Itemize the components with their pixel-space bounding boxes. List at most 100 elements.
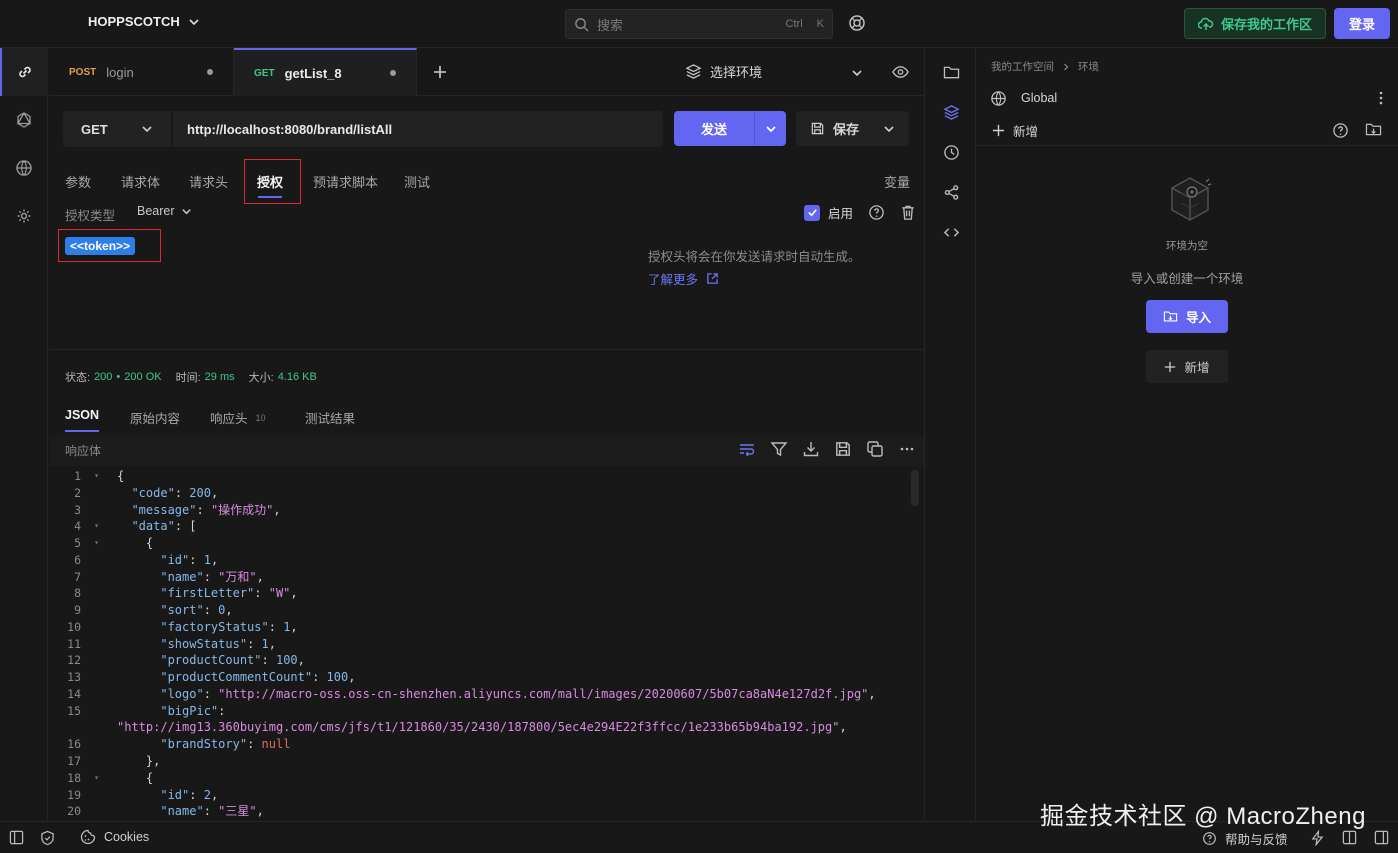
import-folder-icon[interactable] (1365, 122, 1382, 139)
status-label: 状态: (65, 372, 91, 384)
cookies-button[interactable]: Cookies (80, 829, 149, 845)
rest-nav-link-icon[interactable] (0, 48, 48, 96)
copy-icon[interactable] (866, 440, 884, 458)
workspace-brand-menu[interactable]: HOPPSCOTCH (88, 14, 200, 29)
code-icon[interactable] (925, 212, 977, 252)
method-select[interactable]: GET (63, 111, 171, 147)
trash-icon[interactable] (900, 204, 916, 221)
sidebar-toggle-icon[interactable] (9, 830, 24, 845)
response-tools (738, 440, 924, 458)
environments-layers-icon[interactable] (925, 92, 977, 132)
left-nav-rail (0, 48, 48, 821)
plus-icon[interactable] (992, 124, 1005, 137)
learn-more-link[interactable]: 了解更多 (648, 269, 719, 288)
tab-getlist-8[interactable]: GET getList_8 (234, 48, 417, 96)
global-environment-item[interactable]: Global (976, 82, 1398, 114)
lifebuoy-icon[interactable] (848, 14, 866, 32)
shortcut-k: K (816, 18, 824, 30)
tab-raw[interactable]: 原始内容 (130, 408, 180, 427)
chevron-down-icon (189, 18, 199, 25)
sidebar-right-icon[interactable] (1374, 830, 1389, 845)
empty-state-subtitle: 导入或创建一个环境 (1130, 272, 1244, 286)
enable-auth-checkbox[interactable]: 启用 (804, 203, 853, 222)
eye-icon[interactable] (892, 65, 909, 79)
save-icon[interactable] (834, 440, 852, 458)
url-input[interactable]: http://localhost:8080/brand/listAll (173, 111, 663, 147)
empty-state-title: 环境为空 (1166, 240, 1208, 252)
fold-toggle-icon[interactable]: ▾ (94, 535, 99, 552)
chevron-down-icon[interactable] (883, 123, 895, 135)
tab-test-results[interactable]: 测试结果 (305, 408, 355, 427)
code-line: "firstLetter": "W", (160, 586, 298, 601)
split-view-icon[interactable] (1342, 830, 1357, 845)
settings-gear-icon[interactable] (0, 192, 48, 240)
new-environment-label[interactable]: 新增 (1013, 121, 1038, 140)
request-pane: POST login GET getList_8 选择环境 GET http:/… (49, 48, 924, 821)
send-label: 发送 (700, 122, 727, 137)
code-line: "code": 200, (131, 485, 219, 500)
folder-download-icon (1163, 311, 1178, 322)
share-icon[interactable] (925, 172, 977, 212)
globe-realtime-icon[interactable] (0, 144, 48, 192)
request-subtabs: 参数 请求体 请求头 授权 预请求脚本 测试 变量 (49, 160, 924, 200)
auth-type-select[interactable]: Bearer (137, 204, 192, 218)
response-json-viewer[interactable]: 1 ▾ 2 3 4 ▾ 5 ▾ 6 7 8 9 10 11 12 13 14 15 16 17 18 ▾ 19 20 { "c… (49, 468, 924, 821)
tab-variables[interactable]: 变量 (884, 172, 910, 191)
import-button[interactable]: 导入 (1146, 300, 1228, 333)
scrollbar-thumb[interactable] (911, 470, 919, 506)
wrap-lines-icon[interactable] (738, 440, 756, 458)
graphql-icon[interactable] (0, 96, 48, 144)
shield-check-icon[interactable] (40, 830, 55, 846)
tab-tests[interactable]: 测试 (404, 172, 430, 191)
collections-folder-icon[interactable] (925, 52, 977, 92)
chevron-down-icon[interactable] (851, 67, 863, 79)
line-number: 10 (67, 619, 81, 634)
new-environment-button[interactable]: 新增 (1146, 350, 1228, 383)
fold-toggle-icon[interactable]: ▾ (94, 770, 99, 787)
empty-state-cube-icon (1162, 172, 1218, 228)
layers-icon (685, 64, 702, 79)
line-number (49, 719, 109, 736)
line-number: 11 (67, 636, 81, 651)
more-vertical-icon[interactable] (1378, 90, 1384, 106)
send-button[interactable]: 发送 (674, 111, 786, 146)
tab-method: POST (69, 66, 97, 78)
crumb-workspace[interactable]: 我的工作空间 (991, 59, 1054, 74)
chevron-down-icon[interactable] (755, 123, 786, 135)
tab-json-label: JSON (65, 408, 100, 422)
lightning-icon[interactable] (1310, 830, 1325, 846)
tab-login[interactable]: POST login (49, 48, 234, 96)
tab-headers[interactable]: 请求头 (189, 172, 228, 191)
line-number: 7 (74, 569, 81, 584)
more-horizontal-icon[interactable] (898, 440, 916, 458)
download-icon[interactable] (802, 440, 820, 458)
filter-icon[interactable] (770, 440, 788, 458)
tab-json[interactable]: JSON (65, 408, 100, 432)
environments-panel: 我的工作空间 环境 Global 新增 环境为空 导入或创建一个环境 导入 新增 (976, 48, 1398, 821)
help-circle-icon[interactable] (868, 204, 885, 221)
save-workspace-button[interactable]: 保存我的工作区 (1184, 8, 1326, 39)
cookie-icon (80, 829, 96, 845)
line-number: 4 ▾ (74, 518, 99, 535)
response-body-label: 响应体 (65, 444, 102, 458)
divider (49, 349, 924, 350)
add-tab-plus-icon[interactable] (432, 64, 448, 80)
fold-toggle-icon[interactable]: ▾ (94, 518, 99, 535)
save-button[interactable]: 保存 (796, 111, 909, 146)
environment-selector[interactable]: 选择环境 (685, 62, 762, 81)
tab-response-headers[interactable]: 响应头 10 (210, 408, 266, 427)
line-number: 14 (67, 686, 81, 701)
tab-pre-request-script[interactable]: 预请求脚本 (313, 172, 378, 191)
line-number: 18 ▾ (67, 770, 99, 787)
login-button[interactable]: 登录 (1334, 8, 1390, 39)
tab-params[interactable]: 参数 (65, 172, 91, 191)
help-circle-icon[interactable] (1332, 122, 1349, 139)
history-clock-icon[interactable] (925, 132, 977, 172)
search-input[interactable]: 搜索 Ctrl K (565, 9, 833, 39)
help-feedback-button[interactable]: 帮助与反馈 (1202, 829, 1288, 848)
auth-type-value: Bearer (137, 204, 175, 218)
code-line: "id": 1, (160, 552, 219, 567)
fold-toggle-icon[interactable]: ▾ (94, 468, 99, 485)
tab-body[interactable]: 请求体 (121, 172, 160, 191)
help-circle-icon (1203, 832, 1216, 845)
